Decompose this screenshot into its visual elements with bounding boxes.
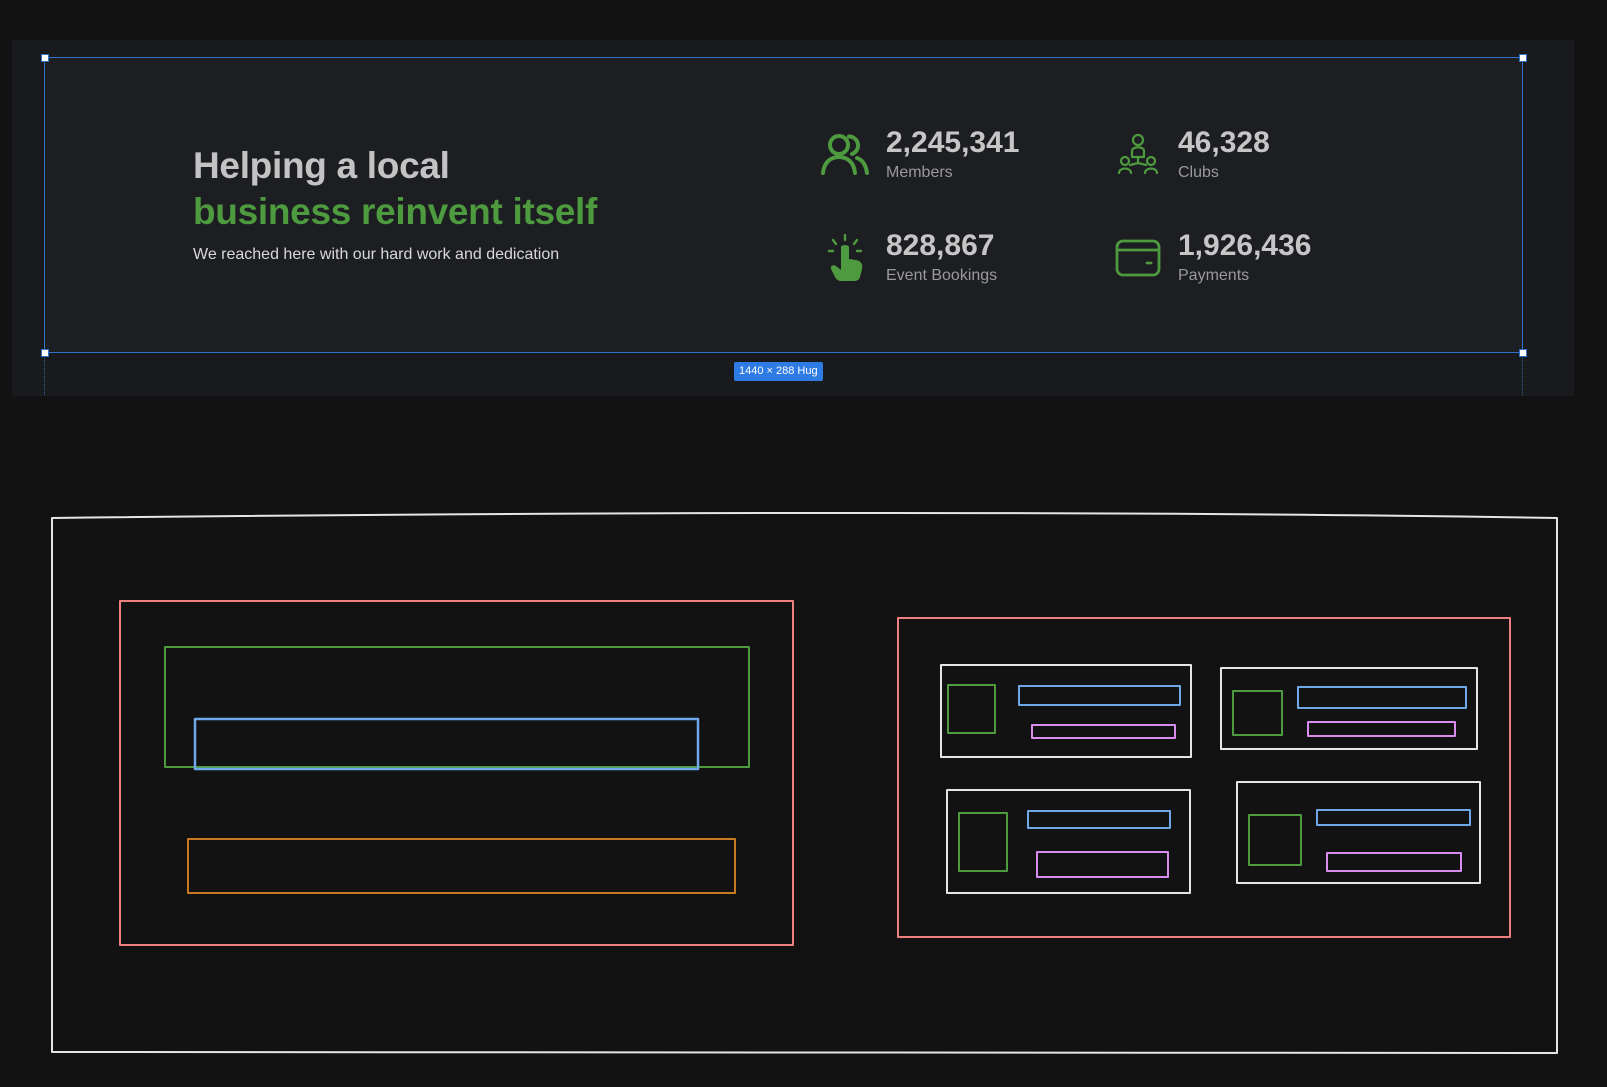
wireframe-button-block <box>187 838 736 894</box>
stat-value-members: 2,245,341 <box>886 126 1020 159</box>
wireframe-stat-card-2-label <box>1307 721 1456 737</box>
section-subtitle: We reached here with our hard work and d… <box>193 246 560 263</box>
resize-handle-top-right[interactable] <box>1519 54 1527 62</box>
resize-handle-top-left[interactable] <box>41 54 49 62</box>
tap-icon <box>820 232 872 284</box>
card-icon <box>1112 232 1164 284</box>
guide-line-left <box>44 353 45 395</box>
members-icon <box>819 128 871 180</box>
headline-line-2: business reinvent itself <box>193 191 598 232</box>
selection-dimensions-badge: 1440 × 288 Hug <box>734 362 823 381</box>
wireframe-stat-card-4-icon <box>1248 814 1302 866</box>
wireframe-stat-card-2-value <box>1297 686 1467 709</box>
resize-handle-bottom-right[interactable] <box>1519 349 1527 357</box>
stat-label-clubs: Clubs <box>1178 164 1219 181</box>
wireframe-stat-card-3-icon <box>958 812 1008 872</box>
wireframe-stat-card-2-icon <box>1232 690 1283 736</box>
wireframe-stat-card-1-value <box>1018 685 1181 706</box>
stat-value-payments: 1,926,436 <box>1178 229 1312 262</box>
wireframe-subtitle-block <box>193 717 700 771</box>
wireframe-stat-card-1 <box>940 664 1192 758</box>
wireframe-stat-card-3-value <box>1027 810 1171 829</box>
stat-label-event-bookings: Event Bookings <box>886 267 998 284</box>
wireframe-stat-card-4-label <box>1326 852 1462 872</box>
stat-label-members: Members <box>886 164 953 181</box>
wireframe-outer-container <box>51 511 1558 1054</box>
wireframe-headline-block <box>164 646 750 768</box>
stat-value-event-bookings: 828,867 <box>886 229 995 262</box>
wireframe-left-section <box>119 600 794 946</box>
stat-value-clubs: 46,328 <box>1178 126 1270 159</box>
design-canvas[interactable]: Helping a local business reinvent itself… <box>0 0 1607 1087</box>
section-headline: Helping a local business reinvent itself <box>193 143 597 235</box>
wireframe-right-section <box>897 617 1511 938</box>
wireframe-stat-card-1-icon <box>947 684 996 734</box>
guide-line-right <box>1522 353 1523 395</box>
wireframe-stat-card-4-value <box>1316 809 1471 826</box>
wireframe-stat-card-2 <box>1220 667 1478 750</box>
resize-handle-bottom-left[interactable] <box>41 349 49 357</box>
headline-line-1: Helping a local <box>193 145 450 186</box>
clubs-icon <box>1112 129 1164 181</box>
wireframe-stat-card-1-label <box>1031 724 1176 739</box>
stat-label-payments: Payments <box>1178 267 1250 284</box>
wireframe-stat-card-3-label <box>1036 851 1169 878</box>
wireframe-stat-card-3 <box>946 789 1191 894</box>
wireframe-stat-card-4 <box>1236 781 1481 884</box>
